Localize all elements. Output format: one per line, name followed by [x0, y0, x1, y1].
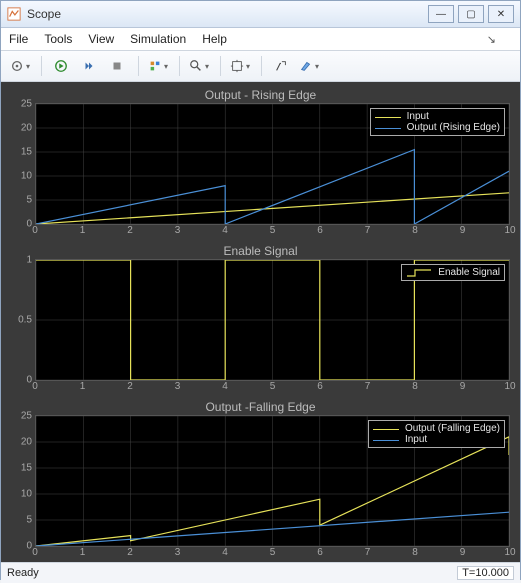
- legend-row: Enable Signal: [406, 267, 500, 278]
- toolbar-separator: [138, 56, 139, 76]
- menubar: File Tools View Simulation Help ↘: [1, 28, 520, 51]
- stop-button[interactable]: [104, 54, 130, 78]
- y-axis-labels: 0510152025: [8, 104, 34, 224]
- chart-canvas-falling[interactable]: 0510152025 Output (Falling Edge)Input: [35, 415, 510, 547]
- legend-label: Input: [405, 434, 427, 445]
- close-button[interactable]: ✕: [488, 5, 514, 23]
- maximize-button[interactable]: ▢: [458, 5, 484, 23]
- highlight-button[interactable]: [296, 54, 322, 78]
- status-time: T=10.000: [457, 566, 514, 580]
- window-title: Scope: [27, 7, 428, 21]
- legend-row: Input: [373, 434, 500, 445]
- chart-title: Output -Falling Edge: [5, 398, 516, 415]
- pin-icon[interactable]: ↘: [487, 33, 496, 46]
- titlebar: Scope — ▢ ✕: [1, 1, 520, 28]
- x-axis-labels: 012345678910: [35, 381, 510, 395]
- legend-label: Enable Signal: [438, 267, 500, 278]
- legend-label: Output (Rising Edge): [407, 122, 500, 133]
- legend-row: Input: [375, 111, 500, 122]
- chart-falling: Output -Falling Edge 0510152025 Output (…: [5, 398, 516, 561]
- legend-label: Output (Falling Edge): [405, 423, 500, 434]
- menu-help[interactable]: Help: [202, 32, 227, 46]
- menu-simulation[interactable]: Simulation: [130, 32, 186, 46]
- chart-enable: Enable Signal 00.51 Enable Signal 012345…: [5, 242, 516, 395]
- legend-label: Input: [407, 111, 429, 122]
- chart-canvas-rising[interactable]: 0510152025 InputOutput (Rising Edge): [35, 103, 510, 225]
- menu-view[interactable]: View: [88, 32, 114, 46]
- step-forward-button[interactable]: [76, 54, 102, 78]
- chart-canvas-enable[interactable]: 00.51 Enable Signal: [35, 259, 510, 381]
- legend: InputOutput (Rising Edge): [370, 108, 505, 136]
- minimize-button[interactable]: —: [428, 5, 454, 23]
- cursor-measure-button[interactable]: [268, 54, 294, 78]
- legend: Output (Falling Edge)Input: [368, 420, 505, 448]
- chart-title: Enable Signal: [5, 242, 516, 259]
- window-buttons: — ▢ ✕: [428, 5, 514, 23]
- configure-button[interactable]: [7, 54, 33, 78]
- toolbar: [1, 51, 520, 82]
- chart-rising: Output - Rising Edge 0510152025 InputOut…: [5, 86, 516, 239]
- status-text: Ready: [7, 567, 39, 579]
- toolbar-separator: [220, 56, 221, 76]
- toolbar-separator: [261, 56, 262, 76]
- x-axis-labels: 012345678910: [35, 547, 510, 561]
- scope-app-icon: [7, 7, 21, 21]
- legend: Enable Signal: [401, 264, 505, 281]
- zoom-button[interactable]: [186, 54, 212, 78]
- menu-tools[interactable]: Tools: [44, 32, 72, 46]
- plots-area: Output - Rising Edge 0510152025 InputOut…: [1, 82, 520, 562]
- triggers-button[interactable]: [145, 54, 171, 78]
- chart-title: Output - Rising Edge: [5, 86, 516, 103]
- autoscale-button[interactable]: [227, 54, 253, 78]
- toolbar-separator: [179, 56, 180, 76]
- menu-file[interactable]: File: [9, 32, 28, 46]
- legend-row: Output (Falling Edge): [373, 423, 500, 434]
- x-axis-labels: 012345678910: [35, 225, 510, 239]
- toolbar-separator: [41, 56, 42, 76]
- y-axis-labels: 0510152025: [8, 416, 34, 546]
- legend-row: Output (Rising Edge): [375, 122, 500, 133]
- run-button[interactable]: [48, 54, 74, 78]
- y-axis-labels: 00.51: [8, 260, 34, 380]
